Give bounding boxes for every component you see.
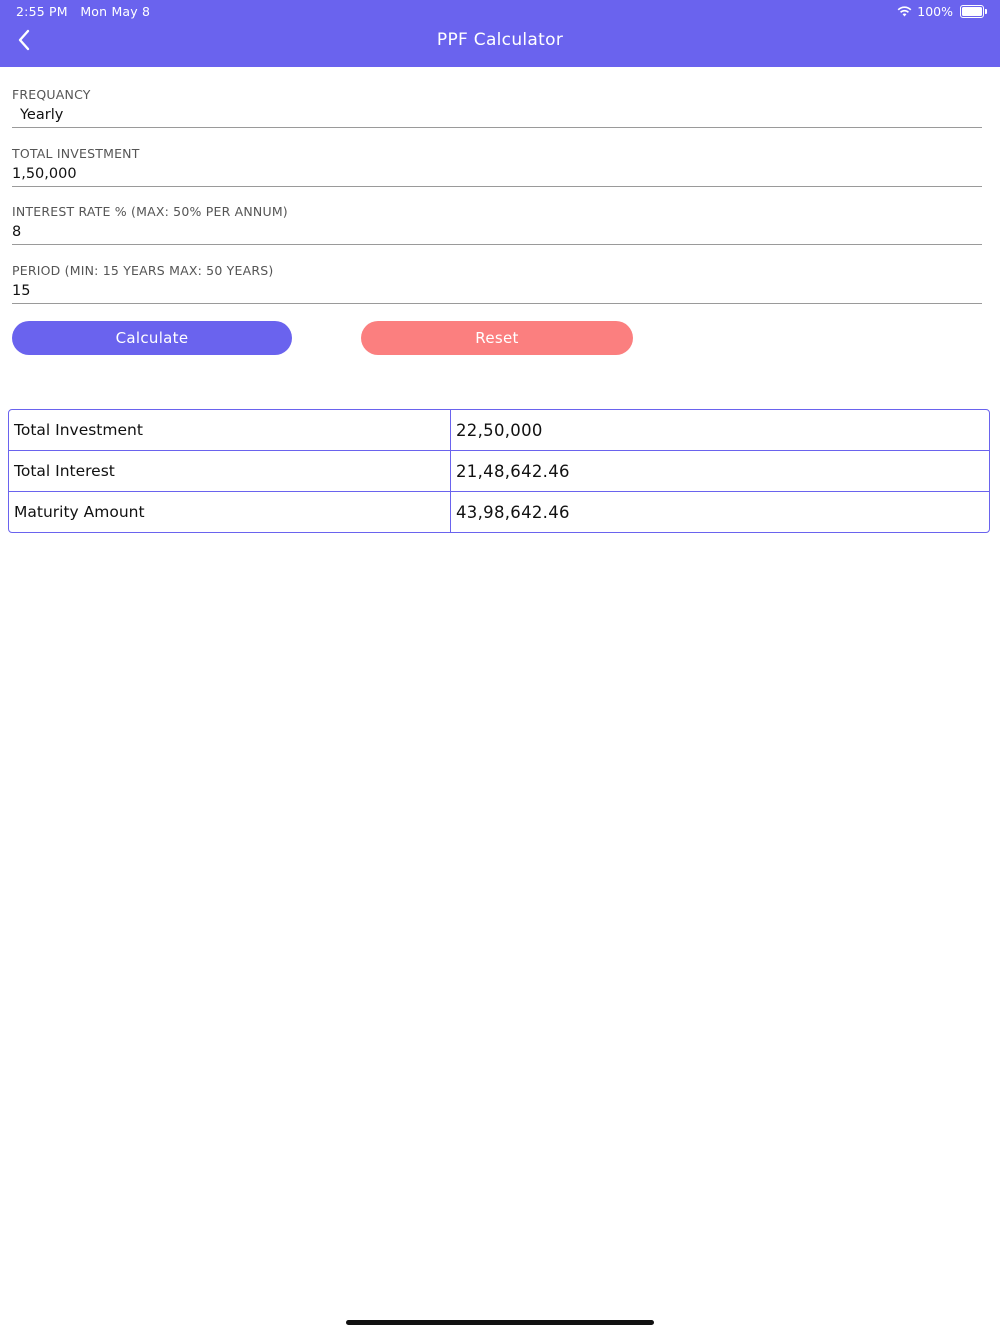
- total-investment-field: TOTAL INVESTMENT: [12, 146, 982, 187]
- result-value: 43,98,642.46: [456, 502, 570, 522]
- period-field: PERIOD (MIN: 15 YEARS MAX: 50 YEARS): [12, 263, 982, 304]
- table-row: Total Investment 22,50,000: [9, 410, 989, 450]
- status-date: Mon May 8: [80, 4, 151, 19]
- frequency-select[interactable]: Yearly: [12, 105, 982, 128]
- interest-rate-label: INTEREST RATE % (MAX: 50% PER ANNUM): [12, 204, 288, 219]
- reset-button[interactable]: Reset: [361, 321, 633, 355]
- interest-rate-input[interactable]: [12, 222, 982, 245]
- period-input[interactable]: [12, 281, 982, 304]
- frequency-label: FREQUANCY: [12, 87, 91, 102]
- period-label: PERIOD (MIN: 15 YEARS MAX: 50 YEARS): [12, 263, 274, 278]
- status-time: 2:55 PM: [16, 4, 68, 19]
- total-investment-input[interactable]: [12, 164, 982, 187]
- battery-icon: [960, 5, 987, 18]
- table-row: Total Interest 21,48,642.46: [9, 450, 989, 491]
- table-row: Maturity Amount 43,98,642.46: [9, 491, 989, 532]
- status-bar-time: 2:55 PM Mon May 8: [16, 4, 150, 19]
- page-title: PPF Calculator: [436, 30, 564, 50]
- app-root: 2:55 PM Mon May 8 100% PPF Calculator FR…: [0, 0, 1000, 1334]
- result-value: 21,48,642.46: [456, 461, 570, 481]
- header-bar: 2:55 PM Mon May 8 100% PPF Calculator: [0, 0, 1000, 67]
- battery-percent: 100%: [917, 4, 953, 19]
- results-table: Total Investment 22,50,000 Total Interes…: [8, 409, 990, 533]
- total-investment-label: TOTAL INVESTMENT: [12, 146, 140, 161]
- interest-rate-field: INTEREST RATE % (MAX: 50% PER ANNUM): [12, 204, 982, 245]
- result-label: Maturity Amount: [9, 492, 451, 532]
- result-value: 22,50,000: [456, 420, 543, 440]
- wifi-icon: [897, 6, 912, 17]
- home-indicator[interactable]: [346, 1320, 654, 1325]
- calculate-button[interactable]: Calculate: [12, 321, 292, 355]
- result-label: Total Interest: [9, 451, 451, 491]
- result-label: Total Investment: [9, 410, 451, 450]
- status-bar-right: 100%: [897, 4, 987, 19]
- frequency-field: FREQUANCY Yearly: [12, 87, 982, 128]
